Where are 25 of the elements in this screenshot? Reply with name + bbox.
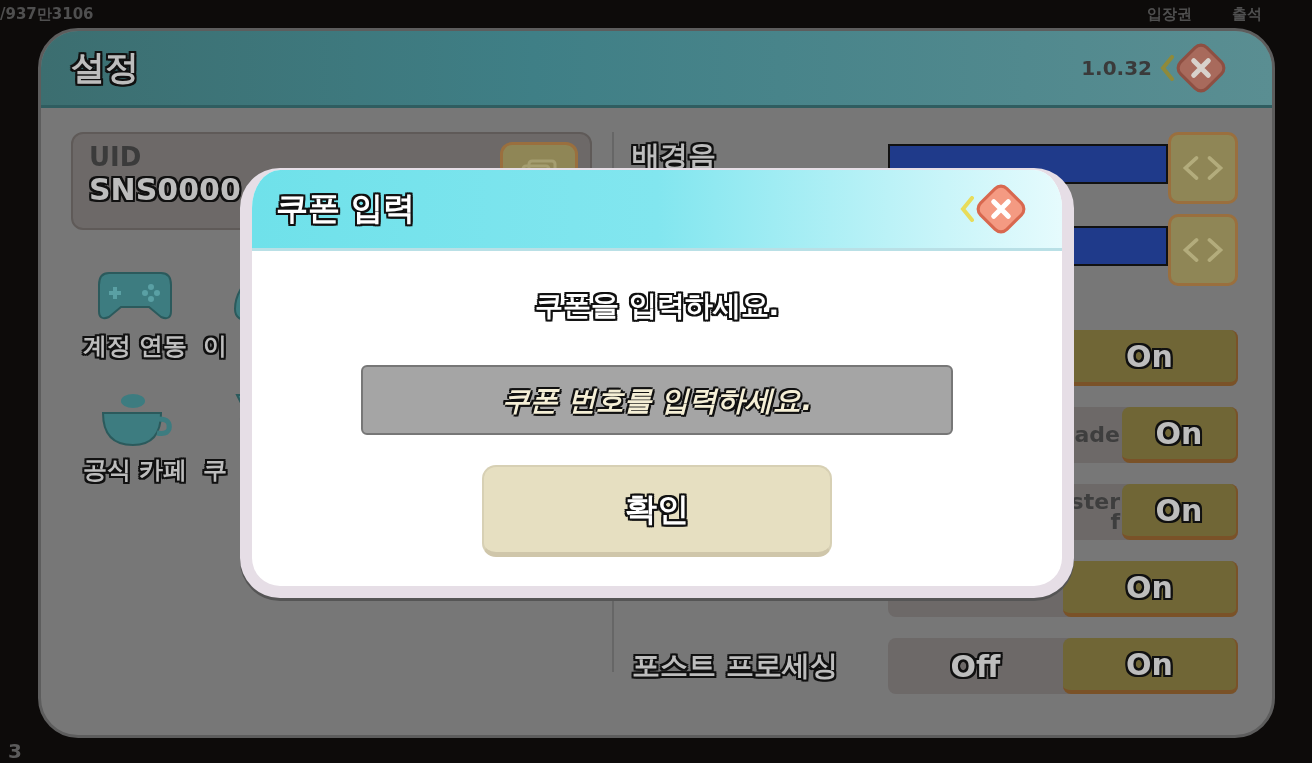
- confirm-button[interactable]: 확인: [482, 465, 832, 557]
- arrows-button[interactable]: [1168, 214, 1238, 286]
- toggle-option[interactable]: On: [1063, 561, 1238, 617]
- toggle-option[interactable]: Off: [888, 638, 1063, 694]
- arrows-button[interactable]: [1168, 132, 1238, 204]
- toggle-option[interactable]: On: [1122, 407, 1238, 463]
- coupon-input-field[interactable]: 쿠폰 번호를 입력하세요.: [361, 365, 953, 435]
- menu-label[interactable]: 출석: [1232, 4, 1262, 24]
- menu-label[interactable]: 입장권: [1147, 4, 1192, 24]
- currency-text: /937만3106: [0, 4, 94, 24]
- toggle-option[interactable]: On: [1122, 484, 1238, 540]
- dialog-message: 쿠폰을 입력하세요.: [534, 288, 780, 324]
- toggle-label: 포스트 프로세싱: [632, 648, 839, 684]
- toggle-option[interactable]: On: [1063, 638, 1238, 694]
- dialog-title: 쿠폰 입력: [276, 188, 417, 229]
- version-text: 1.0.32: [1081, 56, 1152, 80]
- slot-number: 3: [8, 738, 22, 763]
- menu-label[interactable]: 이: [203, 330, 227, 362]
- menu-label[interactable]: 계정 연동: [82, 330, 188, 362]
- uid-value: SNS0000: [89, 172, 242, 207]
- settings-title: 설정: [71, 46, 140, 89]
- left-right-arrows-icon: [1180, 236, 1226, 264]
- menu-label[interactable]: 쿠: [203, 454, 227, 486]
- back-chevron-icon[interactable]: [1160, 55, 1174, 81]
- left-right-arrows-icon: [1180, 154, 1226, 182]
